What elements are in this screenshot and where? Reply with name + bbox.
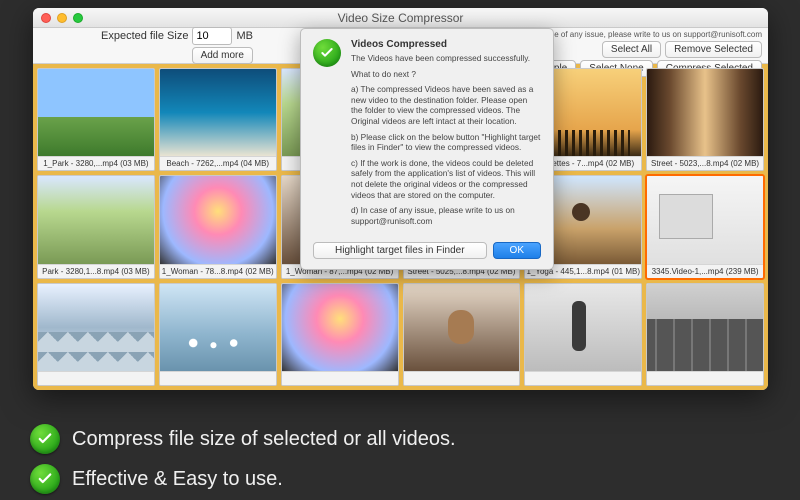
thumbnail-image: [647, 69, 763, 156]
thumbnail-image: [38, 284, 154, 371]
video-thumbnail[interactable]: Beach - 7262,...mp4 (04 MB): [159, 68, 277, 171]
thumbnail-caption: Park - 3280,1...8.mp4 (03 MB): [38, 264, 154, 278]
dialog-next-label: What to do next ?: [351, 69, 541, 80]
dialog-subtitle: The Videos have been compressed successf…: [351, 53, 541, 64]
remove-selected-button[interactable]: Remove Selected: [665, 41, 762, 58]
dialog-title: Videos Compressed: [351, 39, 541, 50]
dialog-body-b: b) Please click on the below button "Hig…: [351, 132, 541, 153]
check-icon: [30, 424, 60, 454]
dialog-body-d: d) In case of any issue, please write to…: [351, 205, 541, 226]
thumbnail-caption: 3345.Video-1,...mp4 (239 MB): [647, 264, 763, 278]
thumbnail-caption: [282, 371, 398, 385]
thumbnail-image: [38, 69, 154, 156]
ok-button[interactable]: OK: [493, 242, 541, 259]
thumbnail-image: [282, 284, 398, 371]
open-folder-button[interactable]: [39, 33, 65, 59]
check-icon: [30, 464, 60, 494]
compression-complete-dialog: Videos Compressed The Videos have been c…: [300, 28, 554, 270]
thumbnail-caption: 1_Woman - 78...8.mp4 (02 MB): [160, 264, 276, 278]
video-thumbnail[interactable]: 1_Woman - 78...8.mp4 (02 MB): [159, 175, 277, 278]
success-check-icon: [313, 39, 341, 67]
support-text: In case of any issue, please write to us…: [533, 30, 762, 39]
dialog-body-c: c) If the work is done, the videos could…: [351, 158, 541, 200]
expected-size-label: Expected file Size: [101, 30, 188, 42]
dialog-body-a: a) The compressed Videos have been saved…: [351, 84, 541, 126]
thumbnail-image: [160, 69, 276, 156]
thumbnail-caption: [38, 371, 154, 385]
thumbnail-image: [160, 176, 276, 263]
expected-size-input[interactable]: [192, 27, 232, 45]
thumbnail-caption: Street - 5023,...8.mp4 (02 MB): [647, 156, 763, 170]
thumbnail-caption: [160, 371, 276, 385]
thumbnail-caption: 1_Park - 3280,...mp4 (03 MB): [38, 156, 154, 170]
thumbnail-image: [160, 284, 276, 371]
select-all-button[interactable]: Select All: [602, 41, 661, 58]
video-thumbnail[interactable]: 1_Park - 3280,...mp4 (03 MB): [37, 68, 155, 171]
video-thumbnail[interactable]: [281, 283, 399, 386]
video-thumbnail[interactable]: [524, 283, 642, 386]
video-thumbnail[interactable]: Street - 5023,...8.mp4 (02 MB): [646, 68, 764, 171]
thumbnail-caption: [404, 371, 520, 385]
thumbnail-image: [525, 284, 641, 371]
highlight-in-finder-button[interactable]: Highlight target files in Finder: [313, 242, 487, 259]
thumbnail-caption: [647, 371, 763, 385]
add-more-button[interactable]: Add more: [192, 47, 253, 64]
thumbnail-caption: Beach - 7262,...mp4 (04 MB): [160, 156, 276, 170]
window-title: Video Size Compressor: [33, 11, 768, 25]
video-thumbnail[interactable]: 3345.Video-1,...mp4 (239 MB): [646, 175, 764, 278]
play-files-button[interactable]: [69, 33, 95, 59]
banner-line-1: Compress file size of selected or all vi…: [72, 428, 456, 451]
promo-banner: Compress file size of selected or all vi…: [30, 424, 456, 494]
video-thumbnail[interactable]: [159, 283, 277, 386]
expected-size-unit: MB: [236, 30, 253, 42]
thumbnail-image: [647, 284, 763, 371]
video-thumbnail[interactable]: [37, 283, 155, 386]
thumbnail-image: [404, 284, 520, 371]
video-thumbnail[interactable]: [403, 283, 521, 386]
thumbnail-caption: [525, 371, 641, 385]
banner-line-2: Effective & Easy to use.: [72, 468, 283, 491]
video-thumbnail[interactable]: Park - 3280,1...8.mp4 (03 MB): [37, 175, 155, 278]
thumbnail-image: [647, 176, 763, 263]
thumbnail-image: [38, 176, 154, 263]
titlebar: Video Size Compressor: [33, 8, 768, 28]
video-thumbnail[interactable]: [646, 283, 764, 386]
